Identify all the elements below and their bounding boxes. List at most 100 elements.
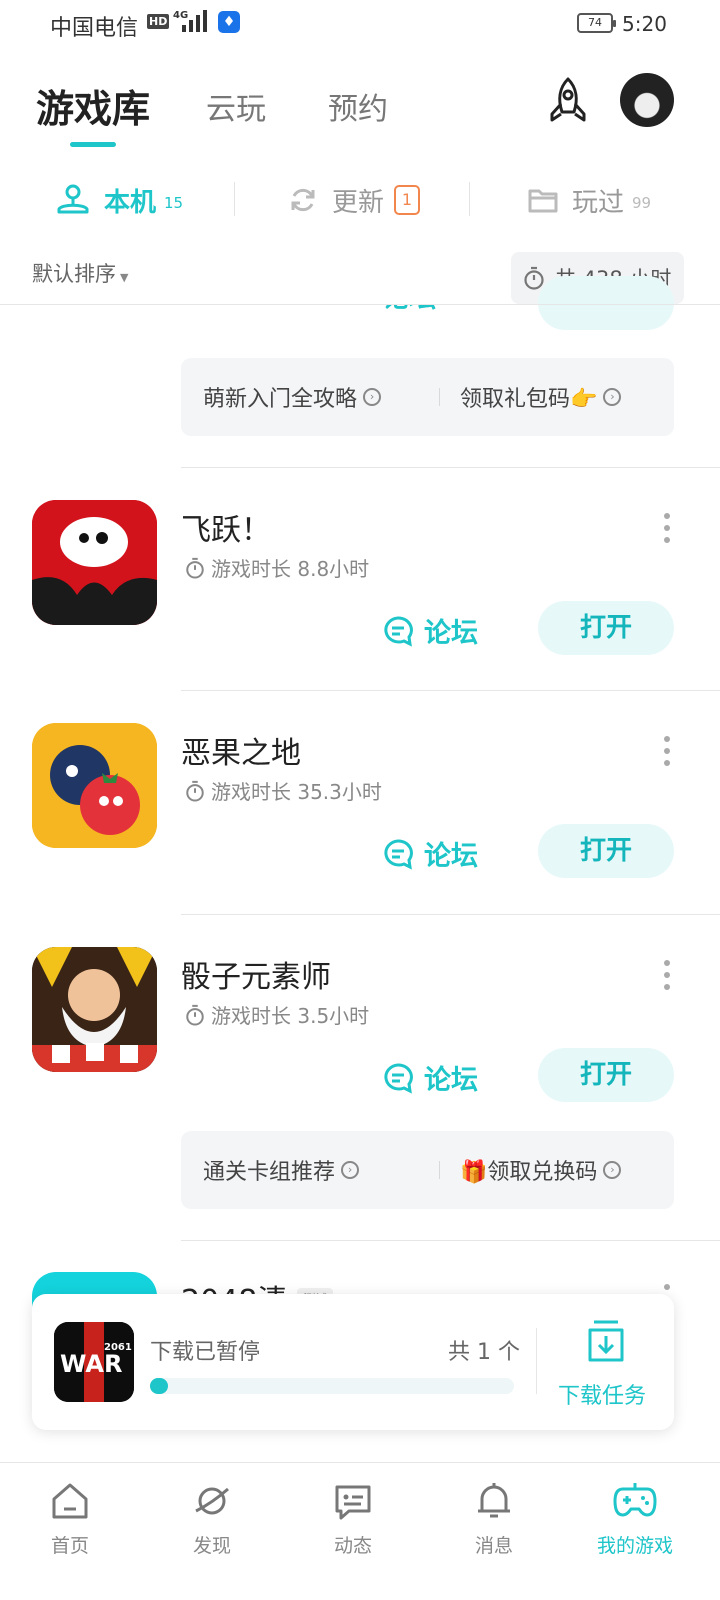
svg-text:2061: 2061: [104, 1342, 132, 1353]
open-button[interactable]: 打开: [538, 601, 674, 655]
nav-discover[interactable]: 发现: [152, 1481, 272, 1558]
playtime-text: 游戏时长 35.3小时: [211, 780, 382, 804]
download-game-icon: WAR 2061: [54, 1322, 134, 1402]
leap-logo-icon: [32, 500, 157, 625]
game-playtime: 游戏时长 3.5小时: [185, 1000, 369, 1029]
guide-link-beginner[interactable]: 萌新入门全攻略 ›: [203, 358, 382, 436]
rocket-icon[interactable]: [544, 76, 592, 124]
game-name[interactable]: 飞跃！: [181, 505, 271, 549]
open-button[interactable]: [538, 276, 674, 330]
more-options-icon[interactable]: [664, 513, 672, 549]
game-playtime: 游戏时长 35.3小时: [185, 776, 382, 805]
nav-home-label: 首页: [50, 1535, 89, 1557]
dice-mage-logo-icon: [32, 947, 157, 1072]
avatar[interactable]: [620, 73, 674, 127]
update-count-badge: 1: [394, 185, 421, 215]
battery-icon: 74: [577, 13, 616, 33]
guide-link-label: 领取礼包码👉: [460, 387, 598, 412]
download-bar[interactable]: WAR 2061 下载已暂停 共 1 个 下载任务: [32, 1294, 674, 1430]
game-icon-dice-mage[interactable]: [32, 947, 157, 1072]
guide-link-label: 通关卡组推荐: [203, 1160, 336, 1185]
guide-link-redeem-code[interactable]: 🎁领取兑换码 ›: [460, 1131, 622, 1209]
guide-link-gift-code[interactable]: 领取礼包码👉 ›: [460, 358, 622, 436]
war-2061-logo-icon: WAR 2061: [54, 1322, 134, 1402]
nav-messages-label: 消息: [474, 1535, 513, 1557]
game-playtime: 游戏时长 8.8小时: [185, 553, 369, 582]
tab-game-library[interactable]: 游戏库: [36, 78, 150, 133]
forum-button[interactable]: 论坛: [382, 611, 478, 650]
game-name[interactable]: 恶果之地: [181, 728, 301, 772]
message-board-icon: [335, 1485, 371, 1520]
nav-feed[interactable]: 动态: [293, 1481, 413, 1558]
more-options-icon[interactable]: [664, 736, 672, 772]
download-count: 共 1 个: [448, 1340, 520, 1365]
planet-icon: [195, 1487, 229, 1515]
download-task-button[interactable]: 下载任务: [558, 1378, 646, 1410]
playtime-text: 游戏时长 8.8小时: [211, 557, 370, 581]
nav-my-games[interactable]: 我的游戏: [575, 1481, 695, 1558]
guide-box: 通关卡组推荐 › 🎁领取兑换码 ›: [181, 1131, 674, 1209]
subtab-update-label: 更新: [332, 187, 385, 218]
subtab-update[interactable]: 更新 1: [288, 178, 421, 222]
game-name[interactable]: 骰子元素师: [181, 952, 331, 996]
guide-link-label: 萌新入门全攻略: [203, 387, 358, 412]
nav-home[interactable]: 首页: [10, 1481, 130, 1558]
tab-reservation[interactable]: 预约: [328, 84, 388, 128]
subtab-divider: [234, 182, 235, 216]
nav-my-games-label: 我的游戏: [596, 1535, 673, 1557]
subtab-local-count: 15: [164, 194, 184, 212]
bad-fruit-logo-icon: [32, 723, 157, 848]
timer-icon: [186, 557, 204, 579]
tab-cloud-play[interactable]: 云玩: [206, 84, 266, 128]
game-icon-bad-fruit[interactable]: [32, 723, 157, 848]
svg-text:WAR: WAR: [60, 1350, 122, 1378]
home-icon: [52, 1483, 88, 1519]
forum-icon: [384, 838, 413, 870]
download-progress-bar: [150, 1378, 514, 1394]
forum-label: 论坛: [424, 618, 478, 649]
chevron-right-icon: ›: [341, 1161, 360, 1179]
open-button[interactable]: 打开: [538, 1048, 674, 1102]
app-notification-icon: ♦: [218, 11, 240, 33]
subtab-played[interactable]: 玩过 99: [528, 178, 651, 222]
chevron-right-icon: ›: [363, 388, 382, 406]
hd-badge: HD: [147, 14, 170, 29]
playtime-text: 游戏时长 3.5小时: [211, 1004, 370, 1028]
nav-discover-label: 发现: [192, 1535, 231, 1557]
subtab-played-label: 玩过: [572, 187, 625, 218]
timer-icon: [186, 780, 204, 802]
sort-dropdown[interactable]: 默认排序 ▼: [32, 258, 128, 288]
open-button[interactable]: 打开: [538, 824, 674, 878]
nav-feed-label: 动态: [333, 1535, 372, 1557]
forum-button[interactable]: 论坛: [382, 834, 478, 873]
forum-button[interactable]: 论坛: [382, 1058, 478, 1097]
subtab-local[interactable]: 本机 15: [56, 178, 183, 222]
joystick-icon: [57, 184, 89, 214]
card-divider: [181, 467, 720, 468]
nav-messages[interactable]: 消息: [434, 1481, 554, 1558]
caret-down-icon: ▼: [120, 271, 129, 284]
more-options-icon[interactable]: [664, 960, 672, 996]
card-divider: [181, 690, 720, 691]
chevron-right-icon: ›: [603, 1161, 622, 1179]
folder-icon: [528, 189, 558, 213]
forum-icon: [384, 615, 413, 647]
status-bar: 中国电信 HD 4G ♦ 74 5:20: [0, 0, 720, 50]
refresh-icon: [291, 188, 315, 212]
bottom-nav: 首页 发现 动态 消息 我的游戏: [0, 1462, 720, 1600]
guide-link-label: 🎁领取兑换码: [460, 1160, 598, 1185]
download-tray-icon: [588, 1320, 624, 1362]
guide-link-deck-recommend[interactable]: 通关卡组推荐 ›: [203, 1131, 360, 1209]
forum-label: 论坛: [424, 841, 478, 872]
subtab-local-label: 本机: [104, 187, 157, 218]
sort-label: 默认排序: [32, 262, 116, 286]
chevron-right-icon: ›: [603, 388, 622, 406]
clock: 5:20: [622, 12, 667, 36]
header-divider: [0, 304, 720, 305]
download-status: 下载已暂停: [150, 1340, 261, 1365]
game-icon-leap[interactable]: [32, 500, 157, 625]
subtab-divider: [469, 182, 470, 216]
forum-label: 论坛: [424, 1065, 478, 1096]
subtab-played-count: 99: [632, 194, 652, 212]
carrier-name: 中国电信: [50, 16, 139, 41]
